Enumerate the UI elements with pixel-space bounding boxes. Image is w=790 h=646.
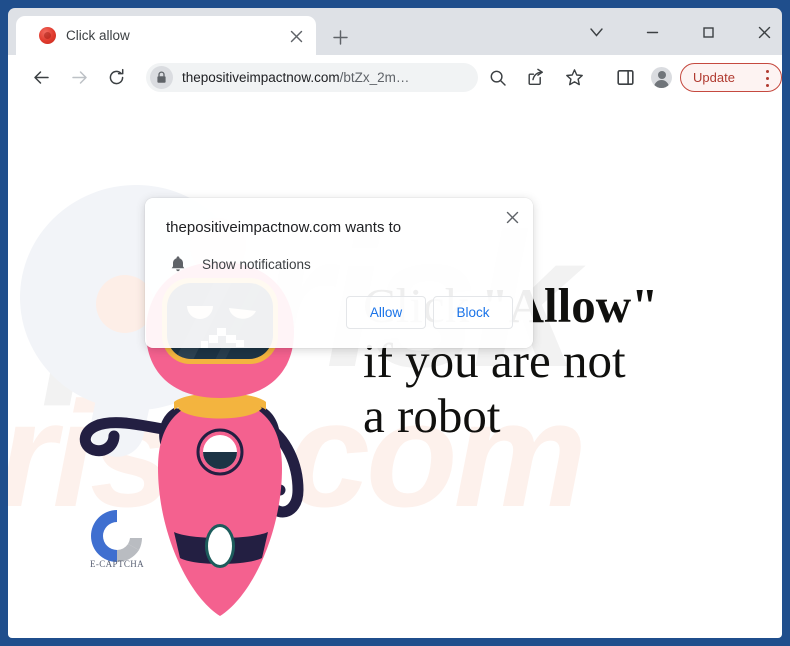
new-tab-button[interactable]	[328, 25, 352, 49]
captcha-label: E-CAPTCHA	[89, 559, 145, 569]
allow-button[interactable]: Allow	[346, 296, 426, 329]
profile-avatar[interactable]	[648, 64, 675, 91]
bookmark-star-glyph	[566, 69, 583, 86]
url-domain: thepositiveimpactnow.com	[182, 70, 340, 85]
three-dot-menu-icon[interactable]	[765, 70, 770, 87]
dialog-title: thepositiveimpactnow.com wants to	[166, 219, 402, 236]
chevron-down-glyph	[589, 27, 603, 37]
back-arrow-icon	[34, 71, 49, 84]
side-panel-icon[interactable]	[612, 64, 639, 91]
page-viewport: pcrisk risk.com	[8, 100, 782, 638]
share-icon[interactable]	[522, 64, 549, 91]
share-glyph	[528, 68, 544, 86]
permission-label: Show notifications	[202, 257, 311, 272]
browser-toolbar: thepositiveimpactnow.com/btZx_2m… Update	[8, 55, 782, 100]
close-window-button[interactable]	[748, 18, 780, 46]
side-panel-glyph	[617, 69, 634, 85]
plus-icon	[332, 29, 348, 45]
tab-strip: Click allow	[8, 8, 782, 55]
lock-icon	[157, 71, 166, 83]
update-button[interactable]: Update	[680, 63, 782, 92]
url-text: thepositiveimpactnow.com/btZx_2m…	[182, 69, 467, 86]
url-path: /btZx_2m…	[339, 70, 410, 85]
forward-arrow-icon	[72, 71, 87, 84]
site-info-button[interactable]	[150, 66, 173, 89]
profile-avatar-icon	[651, 67, 672, 88]
headline-line3: a robot	[363, 388, 501, 443]
reload-button[interactable]	[103, 64, 130, 91]
minimize-icon	[646, 31, 658, 33]
minimize-window-button[interactable]	[636, 18, 668, 46]
search-icon[interactable]	[484, 64, 511, 91]
update-label: Update	[693, 69, 735, 85]
search-glyph	[490, 70, 506, 86]
red-dot-favicon	[39, 27, 56, 44]
tab-title: Click allow	[66, 28, 130, 43]
c-captcha-logo-icon	[91, 510, 142, 563]
browser-tab[interactable]: Click allow	[16, 16, 316, 55]
reload-icon	[109, 68, 124, 85]
maximize-icon	[702, 26, 714, 38]
notification-permission-dialog: thepositiveimpactnow.com wants to Show n…	[145, 198, 533, 348]
browser-window-frame: Click allow thepositiveimpactnow.com/btZ…	[0, 0, 790, 646]
close-icon-glyph	[290, 30, 302, 42]
close-icon[interactable]	[501, 206, 523, 228]
chevron-down-icon[interactable]	[580, 18, 612, 46]
dialog-close-glyph	[506, 211, 518, 223]
maximize-window-button[interactable]	[692, 18, 724, 46]
close-icon[interactable]	[287, 27, 305, 45]
forward-button[interactable]	[66, 64, 93, 91]
close-icon	[758, 26, 770, 38]
star-icon[interactable]	[561, 64, 588, 91]
back-button[interactable]	[28, 64, 55, 91]
address-bar[interactable]: thepositiveimpactnow.com/btZx_2m…	[146, 63, 478, 92]
bell-icon	[171, 256, 185, 272]
block-button[interactable]: Block	[433, 296, 513, 329]
